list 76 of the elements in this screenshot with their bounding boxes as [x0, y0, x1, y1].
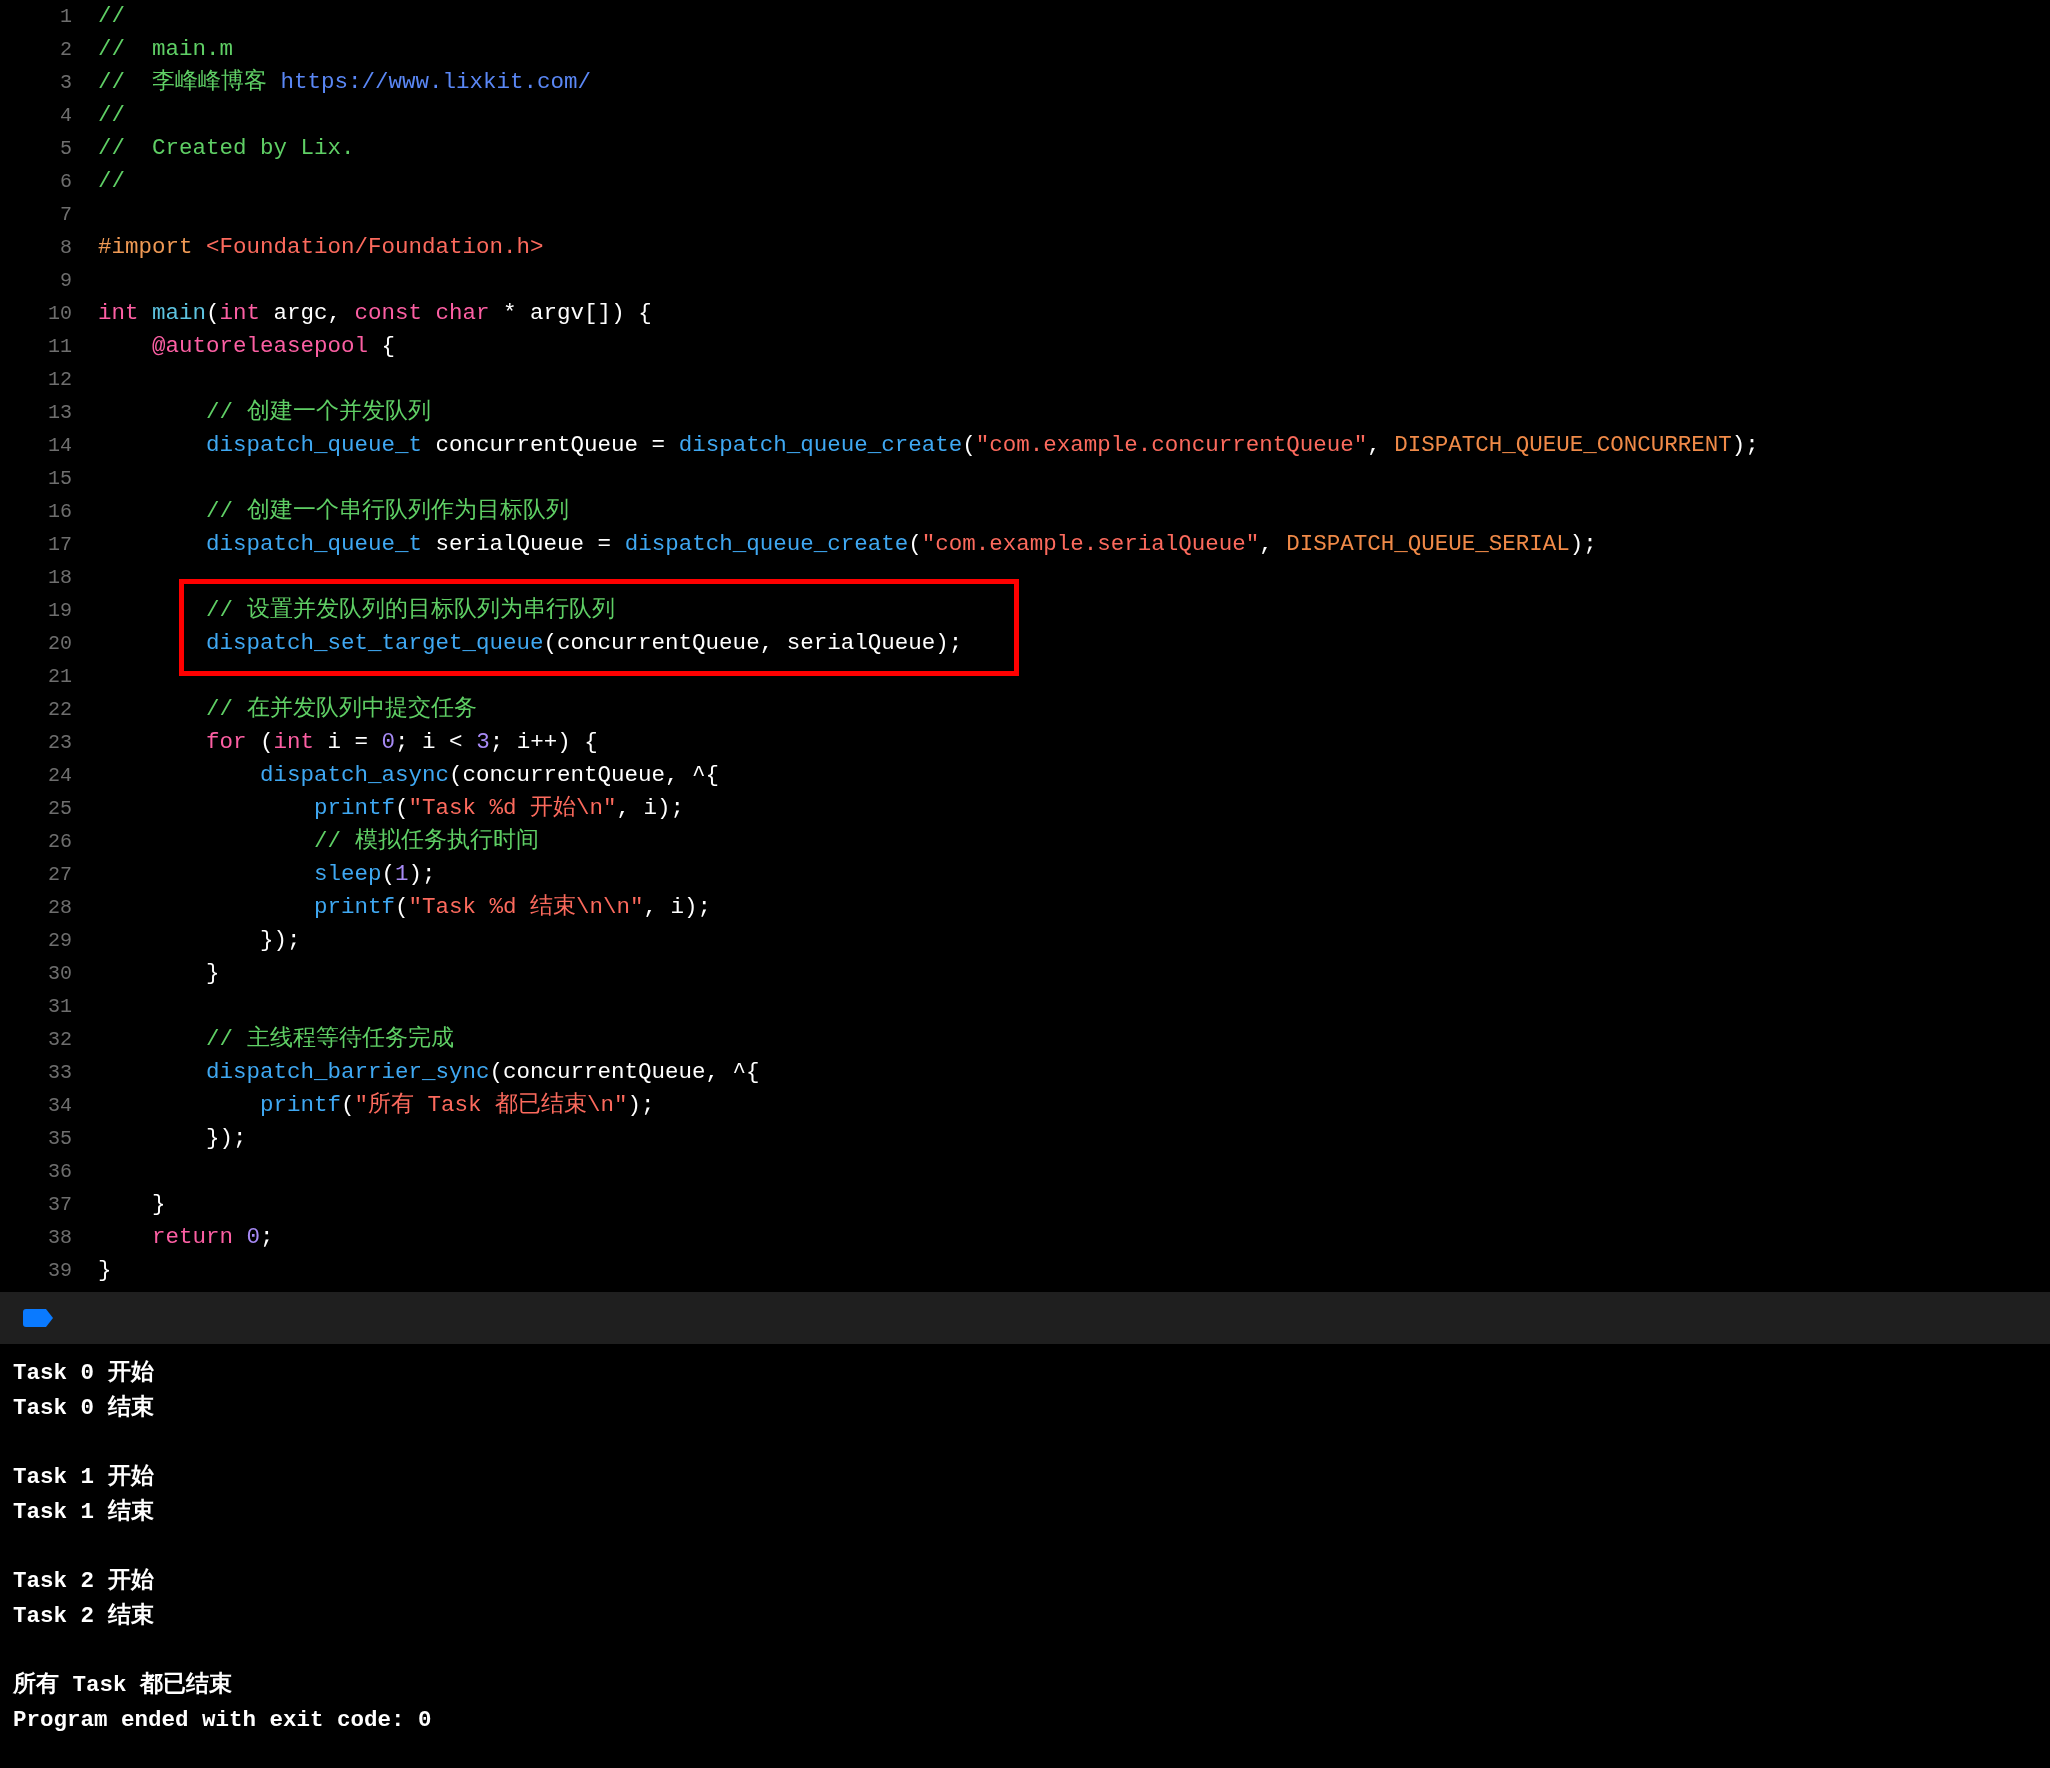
line-number: 11 — [48, 336, 72, 357]
line-number: 33 — [48, 1062, 72, 1083]
code-line: dispatch_set_target_queue(concurrentQueue, serialQueue); — [206, 632, 963, 655]
line-number: 1 — [60, 6, 72, 27]
line-number: 26 — [48, 831, 72, 852]
line-number: 5 — [60, 138, 72, 159]
line-number: 27 — [48, 864, 72, 885]
code-line: // 设置并发队列的目标队列为串行队列 — [206, 599, 615, 622]
line-number: 4 — [60, 105, 72, 126]
line-number: 19 — [48, 600, 72, 621]
line-number: 2 — [60, 39, 72, 60]
code-line: }); — [206, 1127, 247, 1150]
code-line: #import <Foundation/Foundation.h> — [98, 236, 544, 259]
code-line: printf("Task %d 开始\n", i); — [314, 797, 685, 820]
code-line: dispatch_barrier_sync(concurrentQueue, ^{ — [206, 1061, 760, 1084]
console-output-line: Task 2 结束 — [13, 1601, 154, 1631]
line-number: 13 — [48, 402, 72, 423]
code-line: sleep(1); — [314, 863, 436, 886]
code-line: dispatch_queue_t serialQueue = dispatch_queue_create("com.example.serialQueue", DISPATCH_QUEUE_SERIAL); — [206, 533, 1597, 556]
code-line: return 0; — [152, 1226, 274, 1249]
line-number: 15 — [48, 468, 72, 489]
code-line: for (int i = 0; i < 3; i++) { — [206, 731, 598, 754]
line-number: 29 — [48, 930, 72, 951]
code-line: } — [206, 962, 220, 985]
console-output-line: 所有 Task 都已结束 — [13, 1670, 232, 1700]
code-line: // Created by Lix. — [98, 137, 355, 160]
code-line: dispatch_queue_t concurrentQueue = dispatch_queue_create("com.example.concurrentQueue", DISPATCH_QUEUE_CONCURRENT); — [206, 434, 1759, 457]
code-line: dispatch_async(concurrentQueue, ^{ — [260, 764, 720, 787]
code-line: // — [98, 170, 125, 193]
line-number: 3 — [60, 72, 72, 93]
code-line: } — [98, 1259, 112, 1282]
line-number: 39 — [48, 1260, 72, 1281]
line-number: 17 — [48, 534, 72, 555]
code-line: int main(int argc, const char * argv[]) { — [98, 302, 652, 325]
tag-icon[interactable] — [23, 1309, 53, 1327]
line-number: 23 — [48, 732, 72, 753]
line-number: 31 — [48, 996, 72, 1017]
line-number: 6 — [60, 171, 72, 192]
code-line: // — [98, 104, 125, 127]
console-output-line: Task 1 结束 — [13, 1497, 154, 1527]
line-number: 34 — [48, 1095, 72, 1116]
line-number: 22 — [48, 699, 72, 720]
line-number: 36 — [48, 1161, 72, 1182]
line-number: 20 — [48, 633, 72, 654]
code-line: // — [98, 5, 125, 28]
code-line: // 模拟任务执行时间 — [314, 830, 539, 853]
line-number: 16 — [48, 501, 72, 522]
line-number: 7 — [60, 204, 72, 225]
line-number: 35 — [48, 1128, 72, 1149]
line-number: 8 — [60, 237, 72, 258]
code-line: @autoreleasepool { — [152, 335, 396, 358]
code-line: }); — [260, 929, 301, 952]
line-number: 25 — [48, 798, 72, 819]
line-number: 14 — [48, 435, 72, 456]
code-line: } — [152, 1193, 166, 1216]
code-line: // 创建一个并发队列 — [206, 401, 431, 424]
line-number: 21 — [48, 666, 72, 687]
console-output-line: Program ended with exit code: 0 — [13, 1706, 432, 1735]
line-number: 10 — [48, 303, 72, 324]
code-line: // main.m — [98, 38, 234, 61]
line-number: 37 — [48, 1194, 72, 1215]
line-number: 28 — [48, 897, 72, 918]
console-output-line: Task 0 结束 — [13, 1393, 154, 1423]
console-output-line: Task 1 开始 — [13, 1463, 154, 1492]
line-number: 24 — [48, 765, 72, 786]
console-output-line: Task 2 开始 — [13, 1567, 154, 1596]
line-number: 38 — [48, 1227, 72, 1248]
code-line: // 创建一个串行队列作为目标队列 — [206, 500, 569, 523]
code-line: printf("Task %d 结束\n\n", i); — [314, 896, 712, 919]
line-number: 30 — [48, 963, 72, 984]
line-number: 12 — [48, 369, 72, 390]
code-line: printf("所有 Task 都已结束\n"); — [260, 1094, 655, 1117]
line-number: 32 — [48, 1029, 72, 1050]
line-number: 18 — [48, 567, 72, 588]
line-number: 9 — [60, 270, 72, 291]
console-output-line: Task 0 开始 — [13, 1359, 154, 1388]
